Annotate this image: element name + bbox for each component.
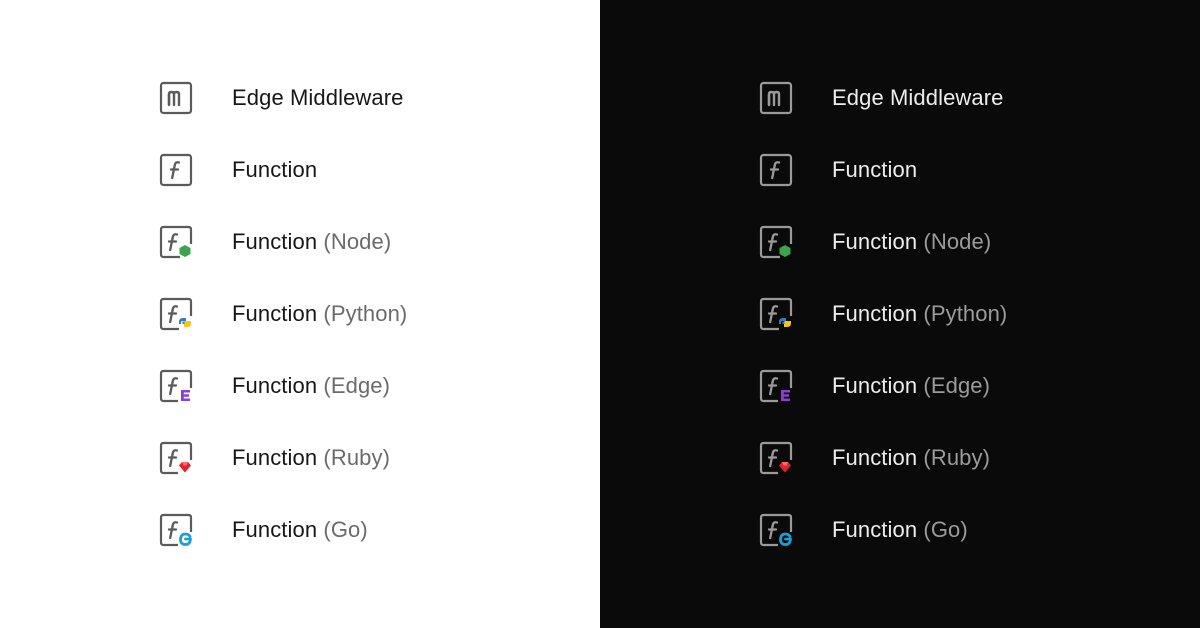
list-item-function-node: Function (Node)	[158, 224, 578, 260]
list-item-function-go: Function (Go)	[158, 512, 578, 548]
item-label: Function	[232, 517, 318, 542]
list-item-function-python: Function (Python)	[158, 296, 578, 332]
runtime-label: (Ruby)	[323, 445, 391, 470]
canvas: Edge Middleware Function Function (Node)…	[0, 0, 1200, 628]
list-item-function-go: Function (Go)	[758, 512, 1178, 548]
function-node-icon	[158, 224, 194, 260]
runtime-label: (Python)	[923, 301, 1008, 326]
item-label: Function	[232, 301, 318, 326]
list-item-edge-middleware: Edge Middleware	[158, 80, 578, 116]
runtime-label: (Go)	[923, 517, 968, 542]
light-theme-panel: Edge Middleware Function Function (Node)…	[0, 0, 600, 628]
item-label: Function	[832, 157, 918, 182]
light-icon-list: Edge Middleware Function Function (Node)…	[158, 80, 578, 584]
function-edge-icon	[758, 368, 794, 404]
item-label: Function	[832, 229, 918, 254]
function-edge-icon	[158, 368, 194, 404]
list-item-edge-middleware: Edge Middleware	[758, 80, 1178, 116]
runtime-label: (Node)	[323, 229, 392, 254]
item-label: Function	[232, 445, 318, 470]
item-label: Edge Middleware	[832, 85, 1004, 110]
item-label: Function	[832, 301, 918, 326]
item-label: Function	[232, 229, 318, 254]
list-item-function-ruby: Function (Ruby)	[158, 440, 578, 476]
list-item-function-edge: Function (Edge)	[158, 368, 578, 404]
runtime-label: (Edge)	[323, 373, 391, 398]
function-ruby-icon	[158, 440, 194, 476]
item-label: Function	[832, 517, 918, 542]
list-item-function: Function	[758, 152, 1178, 188]
list-item-function-edge: Function (Edge)	[758, 368, 1178, 404]
list-item-function-node: Function (Node)	[758, 224, 1178, 260]
list-item-function: Function	[158, 152, 578, 188]
middleware-icon	[158, 80, 194, 116]
middleware-icon	[758, 80, 794, 116]
function-go-icon	[758, 512, 794, 548]
dark-theme-panel: Edge Middleware Function Function (Node)…	[600, 0, 1200, 628]
dark-icon-list: Edge Middleware Function Function (Node)…	[758, 80, 1178, 584]
item-label: Function	[232, 157, 318, 182]
item-label: Function	[232, 373, 318, 398]
runtime-label: (Ruby)	[923, 445, 991, 470]
function-icon	[158, 152, 194, 188]
list-item-function-python: Function (Python)	[758, 296, 1178, 332]
function-node-icon	[758, 224, 794, 260]
runtime-label: (Edge)	[923, 373, 991, 398]
item-label: Function	[832, 445, 918, 470]
item-label: Edge Middleware	[232, 85, 404, 110]
runtime-label: (Node)	[923, 229, 992, 254]
list-item-function-ruby: Function (Ruby)	[758, 440, 1178, 476]
function-ruby-icon	[758, 440, 794, 476]
runtime-label: (Go)	[323, 517, 368, 542]
function-icon	[758, 152, 794, 188]
function-python-icon	[758, 296, 794, 332]
item-label: Function	[832, 373, 918, 398]
function-go-icon	[158, 512, 194, 548]
function-python-icon	[158, 296, 194, 332]
runtime-label: (Python)	[323, 301, 408, 326]
